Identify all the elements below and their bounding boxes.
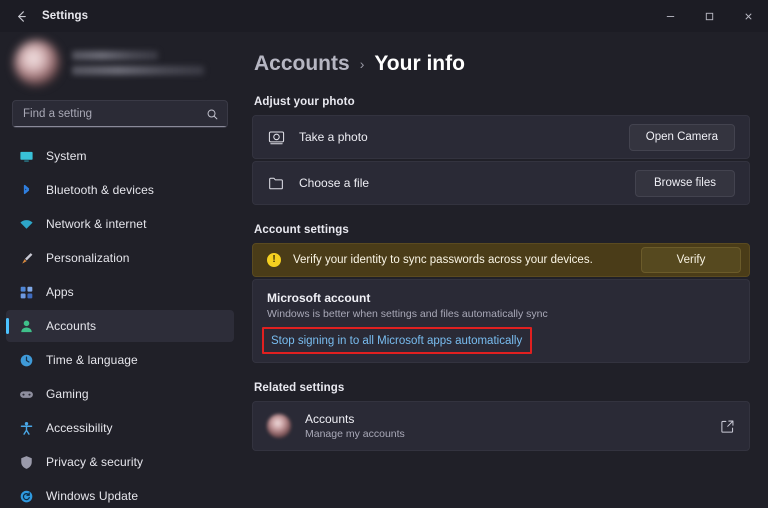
clock-icon [18,352,34,368]
minimize-button[interactable] [651,0,690,32]
settings-window: Settings Find a setting System Bluetooth… [0,0,768,508]
chevron-right-icon: › [359,56,365,72]
related-accounts-subtitle: Manage my accounts [305,428,405,440]
maximize-icon [705,12,714,20]
section-title-adjust-photo: Adjust your photo [254,96,355,108]
related-accounts-title: Accounts [305,412,355,426]
close-icon [745,12,752,20]
sidebar-item-label: Privacy & security [46,455,144,469]
verify-button[interactable]: Verify [641,247,741,273]
sidebar-item-network-internet[interactable]: Network & internet [6,208,234,240]
sidebar-item-time-language[interactable]: Time & language [6,344,234,376]
related-accounts-text: Accounts Manage my accounts [305,412,720,440]
window-controls [651,0,768,32]
open-camera-button[interactable]: Open Camera [628,123,735,151]
sidebar-item-windows-update[interactable]: Windows Update [6,480,234,508]
microsoft-account-subtitle: Windows is better when settings and file… [267,308,548,320]
stop-signing-in-link-wrapper: Stop signing in to all Microsoft apps au… [262,327,533,354]
wifi-icon [18,216,34,232]
sidebar-item-label: Apps [46,285,74,299]
folder-icon [267,174,285,192]
search-placeholder: Find a setting [23,108,93,120]
sidebar-item-label: Windows Update [46,489,139,503]
take-a-photo-label: Take a photo [299,130,368,144]
choose-a-file-label: Choose a file [299,176,370,190]
sidebar: Find a setting System Bluetooth & device… [0,32,240,508]
main-content: Accounts › Your info Adjust your photo T… [240,32,768,508]
window-body: Find a setting System Bluetooth & device… [0,32,768,508]
gamepad-icon [18,386,34,402]
back-button[interactable] [6,1,36,31]
profile-email-blurred [72,66,205,75]
shield-icon [18,454,34,470]
section-title-account-settings: Account settings [254,224,349,236]
warning-icon: ! [267,253,281,267]
close-button[interactable] [729,0,768,32]
breadcrumb-parent-accounts[interactable]: Accounts [254,52,350,76]
breadcrumb: Accounts › Your info [252,52,750,76]
back-arrow-icon [17,10,26,22]
related-accounts-row[interactable]: Accounts Manage my accounts [252,401,750,451]
take-a-photo-row: Take a photo Open Camera [252,115,750,159]
accessibility-person-icon [18,420,34,436]
sidebar-item-privacy-security[interactable]: Privacy & security [6,446,234,478]
sidebar-item-accounts[interactable]: Accounts [6,310,234,342]
window-title: Settings [42,10,89,22]
apps-grid-icon [18,284,34,300]
search-input[interactable]: Find a setting [12,100,228,128]
sidebar-item-personalization[interactable]: Personalization [6,242,234,274]
sidebar-item-label: Accounts [46,319,97,333]
sidebar-item-apps[interactable]: Apps [6,276,234,308]
bluetooth-icon [18,182,34,198]
stop-signing-in-link[interactable]: Stop signing in to all Microsoft apps au… [267,333,526,349]
sidebar-item-label: Personalization [46,251,130,265]
choose-a-file-row: Choose a file Browse files [252,161,750,205]
title-bar: Settings [0,0,768,32]
minimize-icon [666,15,675,17]
section-title-related-settings: Related settings [254,382,345,394]
page-title: Your info [374,52,465,75]
sidebar-item-label: System [46,149,87,163]
sidebar-item-system[interactable]: System [6,140,234,172]
sidebar-item-gaming[interactable]: Gaming [6,378,234,410]
camera-icon [267,128,285,146]
search-wrapper: Find a setting [12,100,228,128]
sidebar-item-label: Accessibility [46,421,113,435]
verify-identity-banner: ! Verify your identity to sync passwords… [252,243,750,277]
system-monitor-icon [18,148,34,164]
adjust-photo-cards: Take a photo Open Camera Choose a file B… [252,115,750,205]
paintbrush-icon [18,250,34,266]
sidebar-item-label: Bluetooth & devices [46,183,154,197]
avatar [14,40,60,86]
user-profile[interactable] [0,32,240,96]
sidebar-nav: System Bluetooth & devices Network & int… [0,138,240,508]
maximize-button[interactable] [690,0,729,32]
update-refresh-icon [18,488,34,504]
account-avatar [267,414,291,438]
verify-identity-text: Verify your identity to sync passwords a… [293,254,593,266]
microsoft-account-title: Microsoft account [267,291,371,305]
account-person-icon [18,318,34,334]
sidebar-item-accessibility[interactable]: Accessibility [6,412,234,444]
profile-text [72,51,226,75]
microsoft-account-card: Microsoft account Windows is better when… [252,279,750,363]
external-link-icon[interactable] [720,419,735,434]
profile-name-blurred [72,51,159,60]
sidebar-item-bluetooth-devices[interactable]: Bluetooth & devices [6,174,234,206]
sidebar-item-label: Gaming [46,387,89,401]
sidebar-item-label: Time & language [46,353,138,367]
browse-files-button[interactable]: Browse files [635,169,735,197]
sidebar-item-label: Network & internet [46,217,147,231]
search-icon [206,108,219,121]
